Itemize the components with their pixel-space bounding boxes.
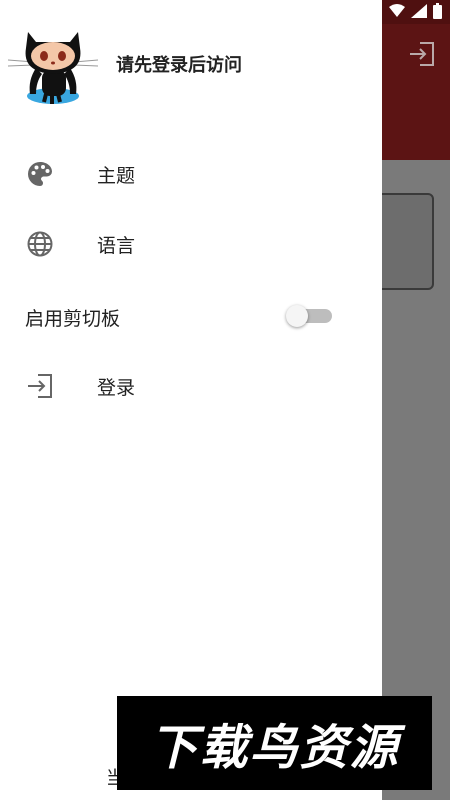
signal-icon — [411, 4, 427, 18]
wifi-icon — [389, 4, 405, 17]
login-icon — [28, 374, 52, 398]
menu-item-login[interactable]: 登录 — [0, 356, 382, 416]
palette-icon — [28, 162, 52, 186]
appbar-login-icon[interactable] — [408, 41, 436, 67]
menu-item-label: 登录 — [97, 376, 136, 399]
battery-icon — [433, 3, 442, 19]
login-prompt-text: 请先登录后访问 — [116, 55, 242, 76]
octocat-avatar — [7, 32, 99, 104]
status-icons — [389, 3, 442, 19]
navigation-drawer: 请先登录后访问 主题 语言 启用剪切板 登录 当 — [0, 0, 382, 800]
clipboard-switch-label: 启用剪切板 — [25, 308, 121, 330]
watermark-banner: 下载鸟资源 — [117, 696, 432, 790]
clipboard-toggle[interactable] — [286, 305, 332, 327]
menu-item-theme[interactable]: 主题 — [0, 144, 382, 204]
globe-icon — [27, 231, 53, 257]
menu-item-label: 主题 — [97, 164, 136, 187]
menu-item-label: 语言 — [97, 234, 136, 257]
drawer-header[interactable]: 请先登录后访问 — [0, 0, 382, 124]
menu-item-language[interactable]: 语言 — [0, 214, 382, 274]
toggle-thumb — [286, 305, 308, 327]
watermark-text: 下载鸟资源 — [149, 720, 400, 776]
